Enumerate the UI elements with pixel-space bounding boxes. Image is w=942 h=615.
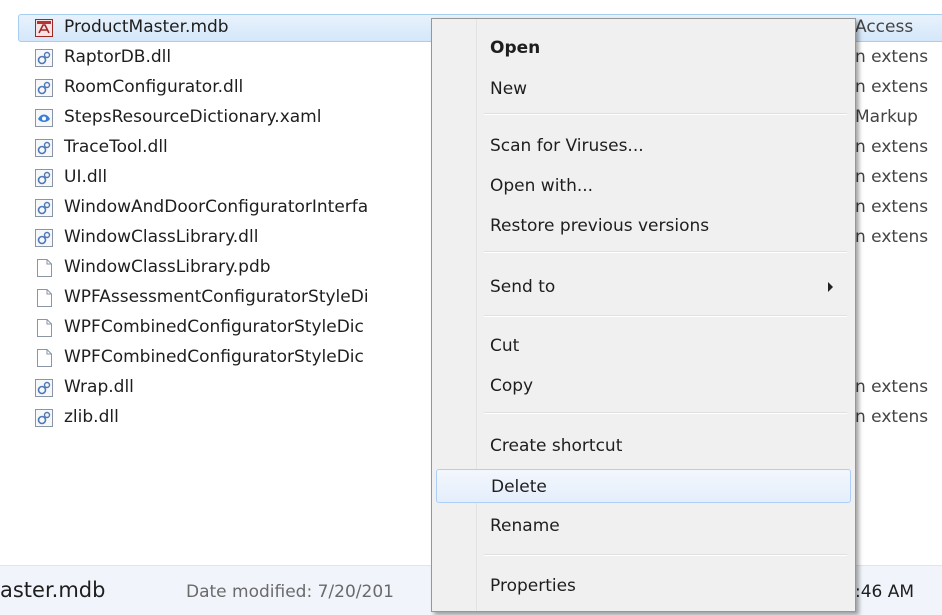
menu-item-label: Send to (490, 277, 556, 297)
file-type: n extens (855, 47, 929, 67)
menu-item-create-shortcut[interactable]: Create shortcut (436, 429, 851, 463)
menu-item-copy[interactable]: Copy (436, 369, 851, 403)
dll-file-icon (35, 379, 53, 397)
file-type: Access (855, 17, 914, 37)
menu-item-open[interactable]: Open (436, 31, 851, 65)
file-type: n extens (855, 77, 929, 97)
menu-item-send-to[interactable]: Send to (436, 270, 851, 304)
file-name: UI.dll (64, 167, 108, 187)
menu-item-label: Copy (490, 376, 534, 396)
file-name: WindowClassLibrary.dll (64, 227, 259, 247)
menu-item-label: Create shortcut (490, 436, 623, 456)
dll-file-icon (35, 409, 53, 427)
file-name: TraceTool.dll (64, 137, 168, 157)
file-type: n extens (855, 227, 929, 247)
file-name: Wrap.dll (64, 377, 134, 397)
status-time: :46 AM (855, 582, 915, 602)
dll-file-icon (35, 139, 53, 157)
dll-file-icon (35, 169, 53, 187)
file-type: n extens (855, 167, 929, 187)
blank-file-icon (37, 259, 52, 277)
menu-item-rename[interactable]: Rename (436, 509, 851, 543)
file-name: zlib.dll (64, 407, 119, 427)
file-type: n extens (855, 407, 929, 427)
dll-file-icon (35, 199, 53, 217)
dll-file-icon (35, 49, 53, 67)
file-name: RoomConfigurator.dll (64, 77, 244, 97)
file-name: StepsResourceDictionary.xaml (64, 107, 322, 127)
file-name: WPFCombinedConfiguratorStyleDic (64, 347, 364, 367)
blank-file-icon (37, 349, 52, 367)
menu-item-scan-for-viruses[interactable]: Scan for Viruses... (436, 129, 851, 163)
file-name: WPFAssessmentConfiguratorStyleDi (64, 287, 369, 307)
submenu-arrow-icon (828, 282, 833, 292)
menu-item-properties[interactable]: Properties (436, 569, 851, 603)
file-name: RaptorDB.dll (64, 47, 172, 67)
dll-file-icon (35, 79, 53, 97)
file-type: Markup (855, 107, 918, 127)
menu-item-label: Cut (490, 336, 520, 356)
file-type: n extens (855, 197, 929, 217)
menu-separator (484, 113, 847, 115)
file-type: n extens (855, 377, 929, 397)
menu-separator (484, 251, 847, 253)
file-name: WindowClassLibrary.pdb (64, 257, 271, 277)
file-name: WindowAndDoorConfiguratorInterfa (64, 197, 369, 217)
menu-item-restore-previous-versions[interactable]: Restore previous versions (436, 209, 851, 243)
menu-separator (484, 412, 847, 414)
dll-file-icon (35, 229, 53, 247)
menu-item-label: Open with... (490, 176, 594, 196)
file-name: WPFCombinedConfiguratorStyleDic (64, 317, 364, 337)
menu-item-label: Properties (490, 576, 576, 596)
file-name: ProductMaster.mdb (64, 17, 229, 37)
menu-item-new[interactable]: New (436, 72, 851, 106)
blank-file-icon (37, 289, 52, 307)
menu-item-open-with[interactable]: Open with... (436, 169, 851, 203)
blank-file-icon (37, 319, 52, 337)
menu-item-delete[interactable]: Delete (436, 469, 851, 503)
status-date-modified: Date modified: 7/20/201 (186, 582, 394, 602)
access-database-icon (35, 19, 53, 37)
file-type: n extens (855, 137, 929, 157)
status-filename: aster.mdb (0, 578, 106, 602)
menu-separator (484, 554, 847, 556)
menu-item-label: Open (490, 38, 541, 58)
xaml-file-icon (35, 109, 53, 127)
menu-item-label: Delete (491, 477, 547, 497)
menu-item-cut[interactable]: Cut (436, 329, 851, 363)
menu-item-label: Scan for Viruses... (490, 136, 644, 156)
menu-item-label: Rename (490, 516, 560, 536)
menu-item-label: Restore previous versions (490, 216, 710, 236)
menu-separator (484, 315, 847, 317)
context-menu: Open New Scan for Viruses... Open with..… (431, 18, 856, 612)
menu-item-label: New (490, 79, 528, 99)
